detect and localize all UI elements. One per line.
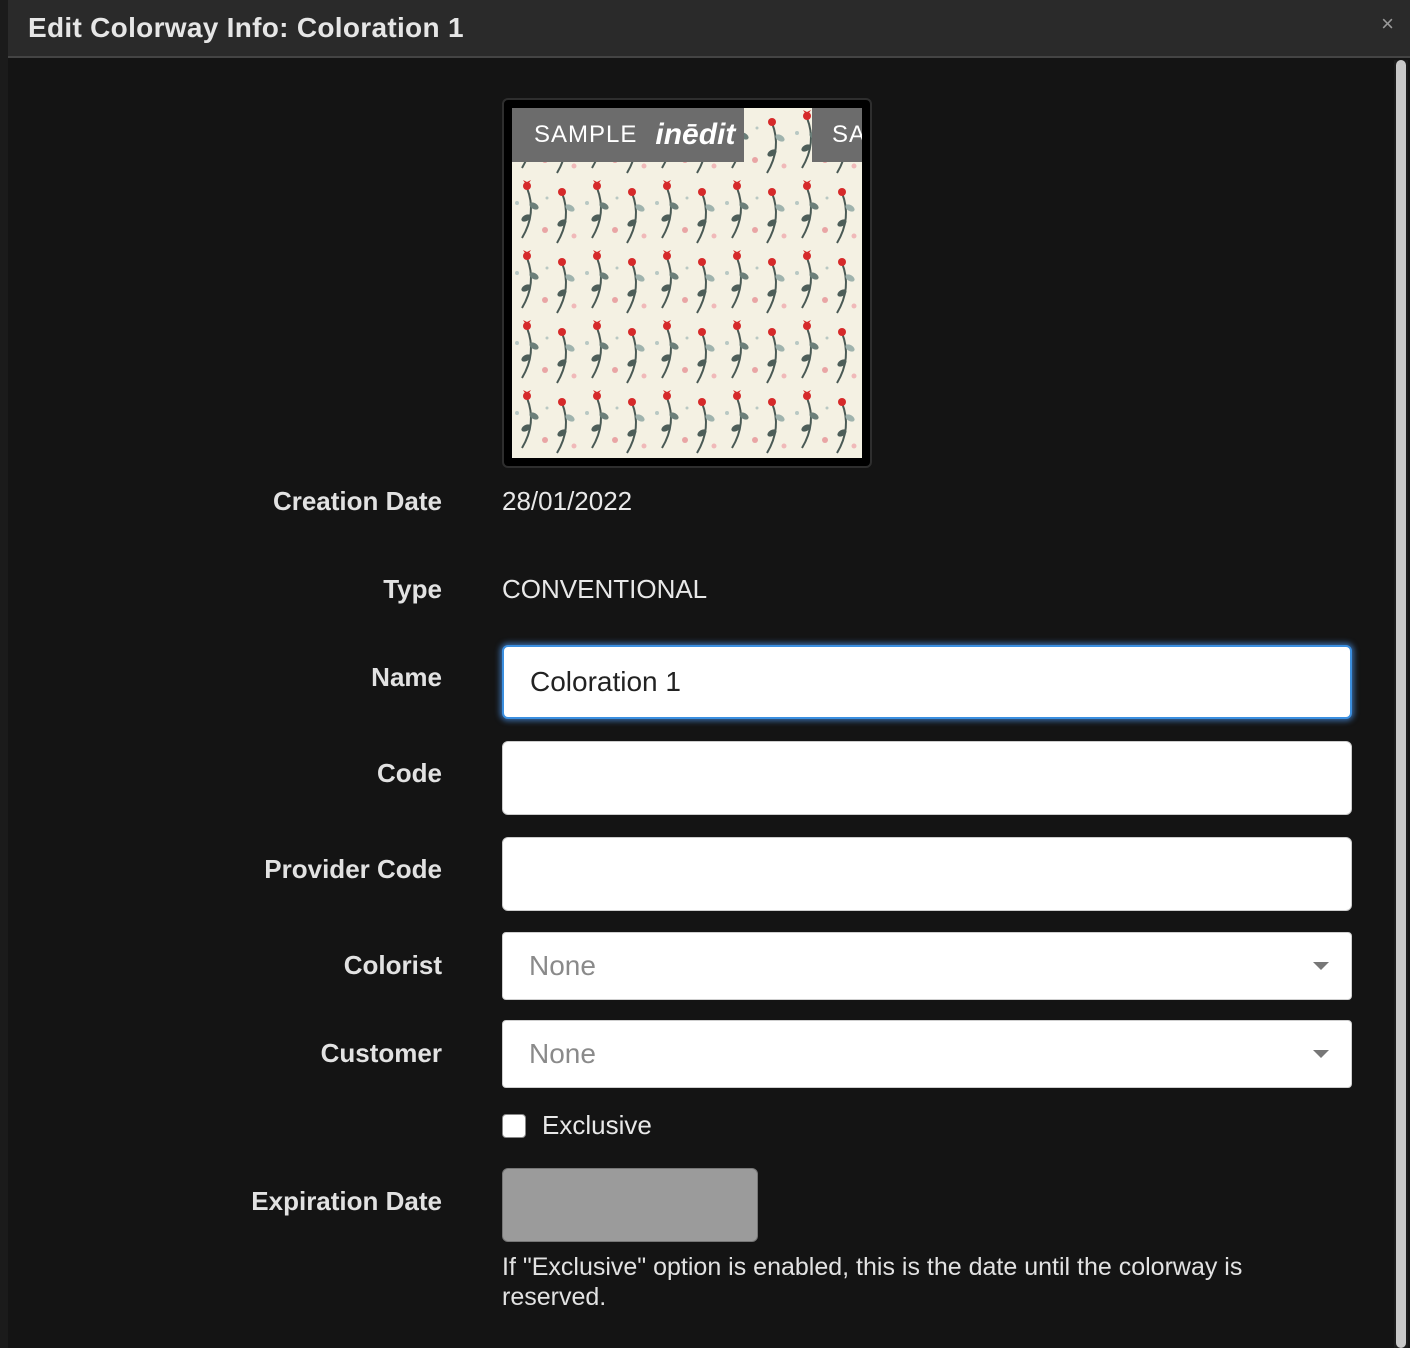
- code-input[interactable]: [502, 741, 1352, 815]
- sample-watermark-partial-text: SA: [832, 121, 862, 148]
- chevron-down-icon: [1313, 962, 1329, 970]
- page-backdrop: [0, 0, 8, 1348]
- code-label: Code: [377, 758, 442, 788]
- customer-select[interactable]: None: [502, 1020, 1352, 1088]
- expiration-date-label: Expiration Date: [251, 1186, 442, 1216]
- scrollbar-thumb[interactable]: [1396, 60, 1406, 1348]
- edit-colorway-modal: Edit Colorway Info: Coloration 1 × SAMPL…: [8, 0, 1410, 1348]
- scrollbar[interactable]: [1394, 60, 1408, 1348]
- brand-watermark-text: inēdit: [655, 118, 736, 151]
- provider-code-input[interactable]: [502, 837, 1352, 911]
- fabric-swatch-image: SAMPLE inēdit SA: [512, 108, 862, 458]
- colorway-thumbnail: SAMPLE inēdit SA: [502, 98, 872, 468]
- colorist-label: Colorist: [343, 950, 442, 980]
- customer-selected-value: None: [529, 1038, 596, 1069]
- customer-label: Customer: [320, 1038, 442, 1068]
- sample-watermark: SAMPLE inēdit: [512, 108, 744, 162]
- provider-code-label: Provider Code: [264, 854, 442, 884]
- modal-header: Edit Colorway Info: Coloration 1 ×: [8, 0, 1410, 58]
- expiration-date-help: If "Exclusive" option is enabled, this i…: [502, 1253, 1243, 1311]
- exclusive-label[interactable]: Exclusive: [542, 1110, 652, 1141]
- modal-title: Edit Colorway Info: Coloration 1: [28, 12, 464, 43]
- name-input[interactable]: [502, 645, 1352, 719]
- name-label: Name: [371, 662, 442, 692]
- creation-date-value: 28/01/2022: [502, 486, 633, 516]
- chevron-down-icon: [1313, 1050, 1329, 1058]
- colorist-select[interactable]: None: [502, 932, 1352, 1000]
- colorist-selected-value: None: [529, 950, 596, 981]
- exclusive-row: Exclusive: [502, 1110, 652, 1141]
- type-label: Type: [383, 574, 442, 604]
- close-icon[interactable]: ×: [1381, 10, 1394, 38]
- sample-watermark-partial: SA: [812, 108, 862, 162]
- expiration-date-input[interactable]: [502, 1168, 758, 1242]
- type-value: CONVENTIONAL: [502, 574, 708, 604]
- exclusive-checkbox[interactable]: [502, 1113, 526, 1138]
- sample-watermark-text: SAMPLE: [534, 121, 638, 148]
- creation-date-label: Creation Date: [272, 486, 442, 516]
